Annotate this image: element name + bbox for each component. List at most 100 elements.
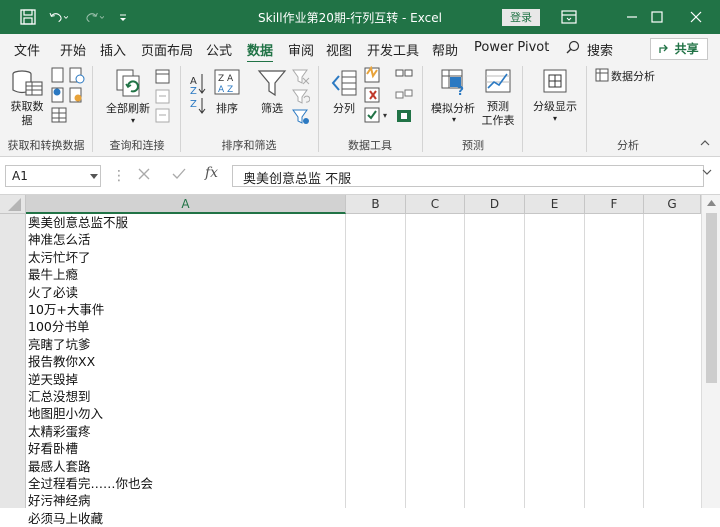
get-data-button[interactable]: 获取数 据 — [8, 100, 46, 128]
cell-a5[interactable]: 火了必读 — [28, 284, 78, 301]
forecast-sheet-button[interactable]: 预测 工作表 — [478, 100, 518, 128]
filter-button[interactable]: 筛选 — [256, 100, 288, 116]
insert-function-icon[interactable]: fx — [205, 165, 218, 181]
svg-text:A Z: A Z — [218, 85, 233, 95]
cell-a1[interactable]: 奥美创意总监不服 — [28, 214, 128, 231]
name-box-value: A1 — [12, 169, 28, 183]
redo-icon[interactable] — [84, 7, 104, 27]
tab-data[interactable]: 数据 — [247, 40, 274, 64]
text-to-columns-icon — [331, 70, 357, 96]
what-if-dropdown-icon[interactable]: ▾ — [449, 115, 459, 124]
refresh-all-button[interactable]: 全部刷新 — [104, 100, 152, 116]
chevron-down-icon[interactable] — [90, 174, 98, 180]
title-bar: Skill作业第20期-行列互转 - Excel 登录 — [0, 0, 720, 34]
svg-text:?: ? — [457, 84, 464, 96]
column-header-b[interactable]: B — [346, 195, 406, 214]
data-tools-small-icons[interactable]: ▾ — [363, 66, 413, 126]
sort-icon: Z A A Z — [214, 69, 240, 95]
get-data-icon — [12, 70, 43, 96]
tab-home[interactable]: 开始 — [60, 40, 86, 59]
select-all-corner[interactable] — [0, 195, 26, 214]
expand-formula-bar-icon[interactable] — [702, 168, 712, 176]
sort-button[interactable]: 排序 — [213, 100, 241, 116]
cell-a16[interactable]: 全过程看完……你也会 — [28, 475, 153, 492]
undo-icon[interactable] — [48, 7, 68, 27]
ribbon: 获取数 据 全部刷新 ▾ AZ Z Z A A Z 排序 筛选 分列 ▾ ? 模… — [0, 62, 720, 157]
tab-file[interactable]: 文件 — [14, 40, 40, 59]
formula-value: 奥美创意总监 不服 — [243, 172, 352, 187]
row-headers[interactable] — [0, 214, 26, 508]
refresh-dropdown-icon[interactable]: ▾ — [128, 116, 138, 125]
tab-help[interactable]: 帮助 — [432, 40, 458, 59]
svg-text:▾: ▾ — [383, 111, 387, 120]
group-sort-filter: 排序和筛选 — [221, 139, 277, 152]
window-title: Skill作业第20期-行列互转 - Excel — [258, 11, 442, 25]
vertical-scrollbar[interactable] — [701, 195, 720, 508]
collapse-ribbon-icon[interactable] — [700, 139, 710, 147]
cell-a15[interactable]: 最感人套路 — [28, 458, 91, 475]
formula-input[interactable]: 奥美创意总监 不服 — [232, 165, 704, 187]
svg-text:Z A: Z A — [218, 74, 234, 84]
cell-a6[interactable]: 10万+大事件 — [28, 301, 104, 318]
cell-a4[interactable]: 最牛上瘾 — [28, 266, 78, 283]
group-get-transform: 获取和转换数据 — [7, 139, 85, 152]
cell-a3[interactable]: 太污忙坏了 — [28, 249, 91, 266]
share-label: 共享 — [674, 42, 699, 56]
search-icon[interactable] — [566, 40, 580, 54]
minimize-icon[interactable] — [620, 6, 644, 28]
login-button[interactable]: 登录 — [502, 9, 540, 26]
tab-formulas[interactable]: 公式 — [206, 40, 232, 59]
name-box[interactable]: A1 — [5, 165, 101, 187]
cell-a10[interactable]: 逆天毁掉 — [28, 371, 78, 388]
scroll-up-icon[interactable] — [707, 200, 716, 206]
refresh-all-icon — [116, 69, 140, 97]
formula-bar: A1 ⋮ fx 奥美创意总监 不服 — [0, 157, 720, 195]
outline-dropdown-icon[interactable]: ▾ — [550, 114, 560, 123]
forecast-sheet-icon — [485, 69, 511, 93]
tab-page-layout[interactable]: 页面布局 — [141, 40, 193, 59]
tab-developer[interactable]: 开发工具 — [367, 40, 419, 59]
enter-check-icon[interactable] — [172, 168, 186, 180]
cell-a18[interactable]: 必须马上收藏 — [28, 510, 103, 527]
filter-small-icons[interactable] — [292, 68, 310, 128]
ribbon-tabs: 文件 开始 插入 页面布局 公式 数据 审阅 视图 开发工具 帮助 Power … — [0, 34, 720, 64]
tab-insert[interactable]: 插入 — [100, 40, 126, 59]
tab-view[interactable]: 视图 — [326, 40, 352, 59]
column-header-c[interactable]: C — [406, 195, 465, 214]
ribbon-display-options-icon[interactable] — [557, 6, 581, 28]
cell-a11[interactable]: 汇总没想到 — [28, 388, 91, 405]
text-to-columns-button[interactable]: 分列 — [328, 100, 360, 116]
column-header-g[interactable]: G — [644, 195, 701, 214]
tell-me-search[interactable]: 搜索 — [587, 40, 613, 59]
cell-a8[interactable]: 亮瞎了坑爹 — [28, 336, 91, 353]
customize-toolbar-icon[interactable] — [118, 7, 128, 27]
cell-a2[interactable]: 神准怎么活 — [28, 231, 91, 248]
queries-small-icons[interactable] — [155, 68, 171, 124]
outline-button[interactable]: 分级显示 — [528, 98, 582, 114]
scrollbar-thumb[interactable] — [706, 213, 717, 383]
column-header-d[interactable]: D — [465, 195, 525, 214]
cell-a7[interactable]: 100分书单 — [28, 318, 89, 335]
worksheet-grid[interactable]: A B C D E F G 奥美创意总监不服 神准怎么活 太污忙坏了 最牛上瘾 … — [0, 195, 720, 526]
group-forecast: 预测 — [462, 139, 484, 152]
tab-power-pivot[interactable]: Power Pivot — [474, 40, 549, 55]
tab-review[interactable]: 审阅 — [288, 40, 314, 59]
sort-ascending-icon[interactable]: AZ Z — [190, 72, 206, 114]
close-icon[interactable] — [684, 6, 708, 28]
cell-a12[interactable]: 地图胆小勿入 — [28, 405, 103, 422]
group-analysis: 分析 — [617, 139, 639, 152]
share-button[interactable]: 共享 — [650, 38, 708, 60]
column-header-a[interactable]: A — [26, 195, 346, 214]
cell-a14[interactable]: 好看卧槽 — [28, 440, 78, 457]
save-icon[interactable] — [18, 7, 38, 27]
cell-a17[interactable]: 好污神经病 — [28, 492, 91, 509]
data-source-icons[interactable] — [50, 66, 88, 126]
data-analysis-button[interactable]: 数据分析 — [611, 68, 661, 84]
cancel-icon[interactable] — [138, 168, 150, 180]
column-header-e[interactable]: E — [525, 195, 585, 214]
maximize-icon[interactable] — [645, 6, 669, 28]
what-if-analysis-button[interactable]: 模拟分析 — [428, 100, 478, 116]
cell-a13[interactable]: 太精彩蛋疼 — [28, 423, 91, 440]
cell-a9[interactable]: 报告教你XX — [28, 353, 95, 370]
column-header-f[interactable]: F — [585, 195, 644, 214]
